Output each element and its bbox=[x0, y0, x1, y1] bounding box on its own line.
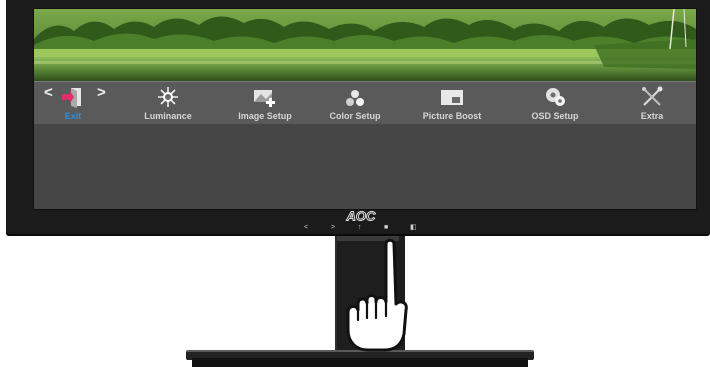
image-setup-icon bbox=[254, 90, 275, 107]
bezel-up-button[interactable]: ↑ bbox=[358, 224, 362, 232]
pointing-hand-icon bbox=[346, 238, 408, 352]
monitor-screen: < > Exit Luminance Image Setup Color Set… bbox=[33, 8, 697, 210]
osd-submenu-area bbox=[34, 124, 696, 209]
bezel-menu-button[interactable]: ◧ bbox=[410, 224, 417, 232]
monitor-bezel: < > Exit Luminance Image Setup Color Set… bbox=[6, 0, 710, 236]
osd-item-label: Image Setup bbox=[238, 111, 292, 121]
osd-item-label: OSD Setup bbox=[531, 111, 579, 121]
osd-item-osd-setup[interactable]: OSD Setup bbox=[509, 82, 601, 124]
osd-item-luminance[interactable]: Luminance bbox=[122, 82, 214, 124]
bezel-right-button[interactable]: > bbox=[331, 224, 335, 232]
exit-door-icon bbox=[62, 88, 81, 108]
osd-item-label: Color Setup bbox=[329, 111, 381, 121]
osd-item-exit[interactable]: Exit bbox=[34, 82, 119, 124]
osd-item-extra[interactable]: Extra bbox=[606, 82, 696, 124]
landscape-photo bbox=[34, 9, 696, 81]
osd-item-picture-boost[interactable]: Picture Boost bbox=[406, 82, 498, 124]
sun-brightness-icon bbox=[158, 87, 178, 107]
stand-base-shadow bbox=[192, 358, 528, 367]
osd-item-color-setup[interactable]: Color Setup bbox=[309, 82, 401, 124]
osd-item-image-setup[interactable]: Image Setup bbox=[219, 82, 311, 124]
osd-item-label: Extra bbox=[640, 111, 664, 121]
extra-tools-icon bbox=[642, 86, 663, 106]
osd-item-label: Picture Boost bbox=[422, 111, 482, 121]
osd-item-label: Exit bbox=[64, 111, 82, 121]
picture-boost-icon bbox=[441, 90, 463, 105]
osd-gear-icon bbox=[546, 88, 565, 106]
bezel-source-button[interactable]: ■ bbox=[384, 224, 388, 232]
osd-item-label: Luminance bbox=[144, 111, 192, 121]
osd-menu-bar: < > Exit Luminance Image Setup Color Set… bbox=[34, 81, 696, 125]
color-dots-icon bbox=[346, 90, 364, 106]
aoc-logo: AOC bbox=[345, 209, 377, 223]
bezel-left-button[interactable]: < bbox=[304, 224, 308, 232]
svg-text:AOC: AOC bbox=[346, 209, 377, 223]
